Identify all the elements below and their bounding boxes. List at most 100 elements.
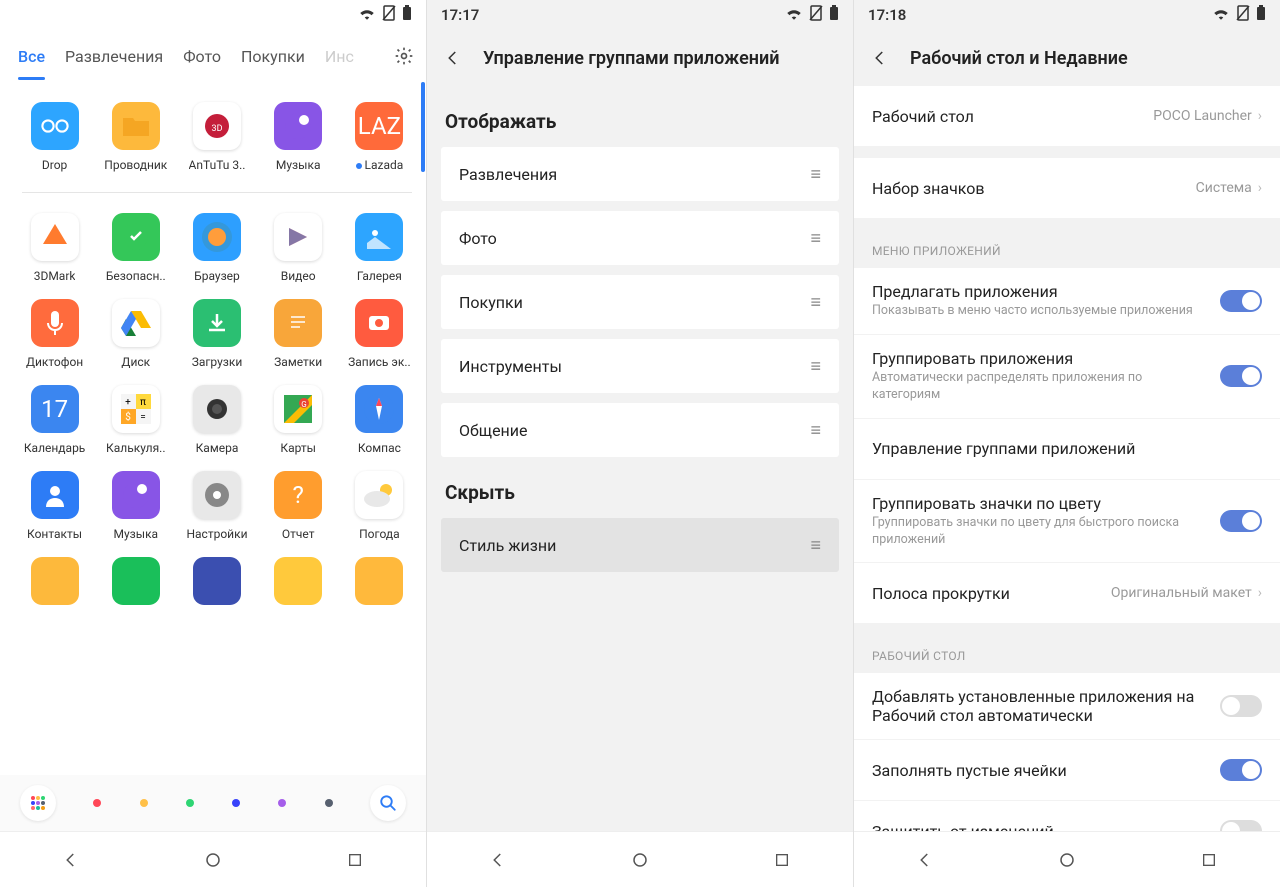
color-dot[interactable] — [185, 798, 195, 808]
app-Запись эк..[interactable]: Запись эк.. — [339, 299, 420, 369]
drag-handle-icon[interactable]: ≡ — [810, 356, 821, 377]
app-Диск[interactable]: Диск — [95, 299, 176, 369]
app-Диктофон[interactable]: Диктофон — [14, 299, 95, 369]
no-sim-icon — [1236, 5, 1250, 25]
nav-back[interactable] — [486, 848, 510, 872]
app-Отчет[interactable]: ?Отчет — [258, 471, 339, 541]
svg-text:+: + — [125, 397, 131, 408]
app-Погода[interactable]: Погода — [339, 471, 420, 541]
nav-recent[interactable] — [770, 848, 794, 872]
nav-home[interactable] — [201, 848, 225, 872]
app-Браузер[interactable]: Браузер — [176, 213, 257, 283]
tab-3[interactable]: Покупки — [241, 33, 305, 80]
app-icon — [112, 471, 160, 519]
gear-icon[interactable] — [390, 42, 418, 70]
app-3DMark[interactable]: 3DMark — [14, 213, 95, 283]
app-icon — [274, 299, 322, 347]
status-time: 17:18 — [868, 6, 906, 24]
app-Видео[interactable]: Видео — [258, 213, 339, 283]
app-label: Drop — [42, 158, 67, 172]
app-icon[interactable] — [14, 557, 95, 605]
scrollbar-thumb[interactable] — [421, 82, 425, 172]
nav-recent[interactable] — [1197, 848, 1221, 872]
row-launcher[interactable]: Рабочий стол POCO Launcher› — [854, 86, 1280, 146]
row-fill-empty[interactable]: Заполнять пустые ячейки — [854, 740, 1280, 800]
drag-handle-icon[interactable]: ≡ — [810, 535, 821, 556]
color-dot[interactable] — [231, 798, 241, 808]
toggle-fill[interactable] — [1220, 759, 1262, 781]
app-Музыка[interactable]: Музыка — [95, 471, 176, 541]
app-Заметки[interactable]: Заметки — [258, 299, 339, 369]
app-Lazada[interactable]: LAZLazada — [339, 102, 420, 172]
search-chip[interactable] — [370, 785, 406, 821]
toggle-suggest[interactable] — [1220, 290, 1262, 312]
group-item[interactable]: Фото≡ — [441, 211, 839, 265]
app-icon — [112, 299, 160, 347]
app-label: Камера — [196, 441, 239, 455]
nav-back[interactable] — [59, 848, 83, 872]
group-item[interactable]: Инструменты≡ — [441, 339, 839, 393]
color-dot[interactable] — [324, 798, 334, 808]
row-auto-add[interactable]: Добавлять установленные приложения на Ра… — [854, 673, 1280, 739]
status-bar: 17:17 — [427, 0, 853, 30]
row-icon-pack[interactable]: Набор значков Система› — [854, 158, 1280, 218]
tab-4[interactable]: Инс — [325, 33, 354, 80]
app-Безопасн..[interactable]: Безопасн.. — [95, 213, 176, 283]
color-dot[interactable] — [139, 798, 149, 808]
toggle-auto-add[interactable] — [1220, 695, 1262, 717]
app-icon: 3D — [193, 102, 241, 150]
app-Карты[interactable]: GКарты — [258, 385, 339, 455]
app-Проводник[interactable]: Проводник — [95, 102, 176, 172]
app-Настройки[interactable]: Настройки — [176, 471, 257, 541]
row-scrollbar[interactable]: Полоса прокрутки Оригинальный макет› — [854, 563, 1280, 623]
app-label: Диск — [121, 355, 150, 369]
app-scroll-area[interactable]: DropПроводник3DAnTuTu 3..МузыкаLAZLazada… — [0, 82, 426, 754]
app-Калькуля..[interactable]: +π$=Калькуля.. — [95, 385, 176, 455]
app-Загрузки[interactable]: Загрузки — [176, 299, 257, 369]
app-label: Диктофон — [26, 355, 83, 369]
app-icon — [31, 557, 79, 605]
color-dot[interactable] — [92, 798, 102, 808]
status-time: 17:17 — [441, 6, 479, 24]
app-Галерея[interactable]: Галерея — [339, 213, 420, 283]
group-item[interactable]: Покупки≡ — [441, 275, 839, 329]
panel-manage-groups: 17:17 Управление группами приложений Ото… — [426, 0, 853, 887]
toggle-color[interactable] — [1220, 510, 1262, 532]
back-button[interactable] — [868, 46, 892, 70]
app-icon — [193, 557, 241, 605]
tab-1[interactable]: Развлечения — [65, 33, 163, 80]
app-icon[interactable] — [95, 557, 176, 605]
app-icon[interactable] — [339, 557, 420, 605]
row-suggest-apps[interactable]: Предлагать приложенияПоказывать в меню ч… — [854, 268, 1280, 334]
nav-home[interactable] — [628, 848, 652, 872]
app-Камера[interactable]: Камера — [176, 385, 257, 455]
wifi-icon — [1212, 6, 1230, 24]
tab-2[interactable]: Фото — [183, 33, 221, 80]
app-icon[interactable] — [176, 557, 257, 605]
app-Компас[interactable]: Компас — [339, 385, 420, 455]
toggle-group[interactable] — [1220, 365, 1262, 387]
app-Drop[interactable]: Drop — [14, 102, 95, 172]
row-group-apps[interactable]: Группировать приложенияАвтоматически рас… — [854, 335, 1280, 418]
drag-handle-icon[interactable]: ≡ — [810, 292, 821, 313]
row-manage-groups[interactable]: Управление группами приложений — [854, 419, 1280, 479]
app-icon[interactable] — [258, 557, 339, 605]
tab-0[interactable]: Все — [18, 33, 45, 80]
nav-home[interactable] — [1055, 848, 1079, 872]
nav-back[interactable] — [913, 848, 937, 872]
nav-recent[interactable] — [343, 848, 367, 872]
drag-handle-icon[interactable]: ≡ — [810, 164, 821, 185]
app-Контакты[interactable]: Контакты — [14, 471, 95, 541]
app-Музыка[interactable]: Музыка — [258, 102, 339, 172]
drag-handle-icon[interactable]: ≡ — [810, 420, 821, 441]
row-group-by-color[interactable]: Группировать значки по цветуГруппировать… — [854, 480, 1280, 563]
color-dot[interactable] — [277, 798, 287, 808]
back-button[interactable] — [441, 46, 465, 70]
group-item[interactable]: Развлечения≡ — [441, 147, 839, 201]
all-colors-chip[interactable] — [20, 785, 56, 821]
group-item[interactable]: Стиль жизни≡ — [441, 518, 839, 572]
drag-handle-icon[interactable]: ≡ — [810, 228, 821, 249]
app-AnTuTu 3..[interactable]: 3DAnTuTu 3.. — [176, 102, 257, 172]
group-item[interactable]: Общение≡ — [441, 403, 839, 457]
app-Календарь[interactable]: 17Календарь — [14, 385, 95, 455]
